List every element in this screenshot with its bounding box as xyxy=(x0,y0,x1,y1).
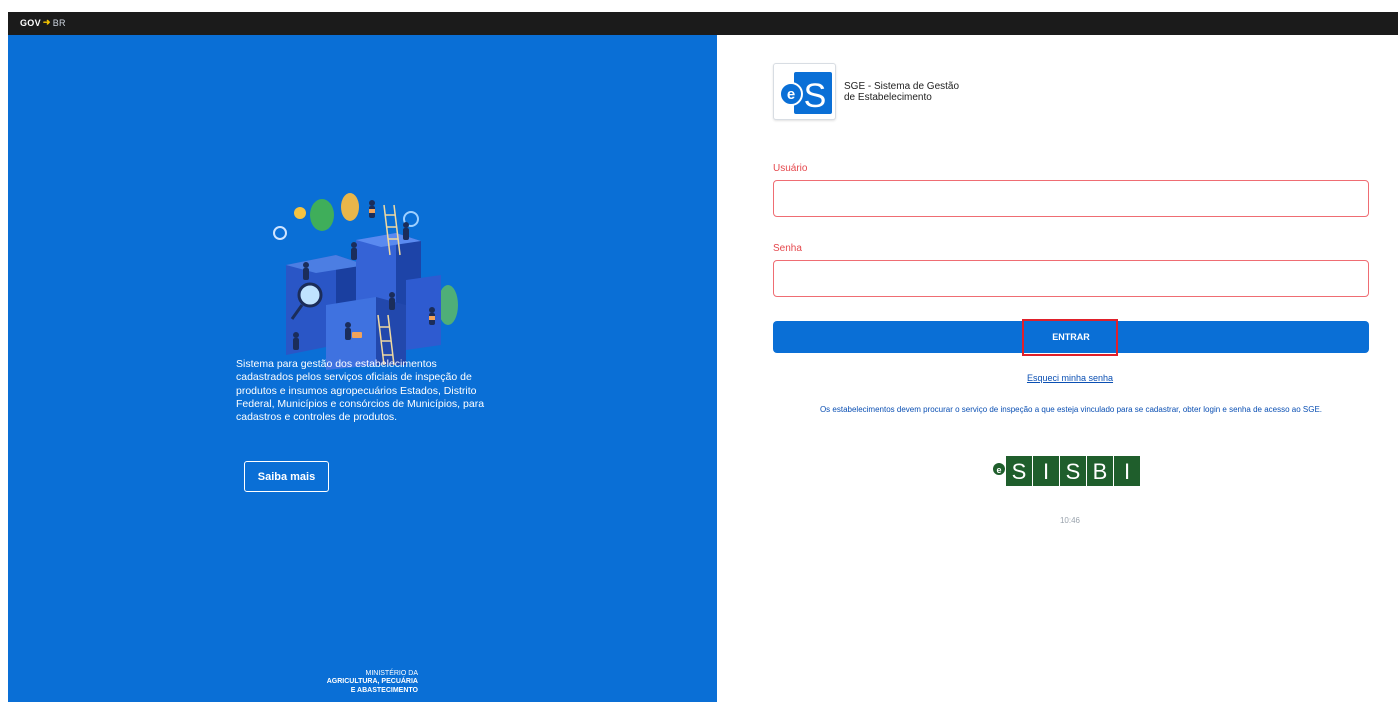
app-brand: e S SGE - Sistema de Gestão de Estabelec… xyxy=(773,63,959,120)
forgot-password-link[interactable]: Esqueci minha senha xyxy=(1000,373,1140,383)
system-description: Sistema para gestão dos estabelecimentos… xyxy=(236,358,485,424)
block-shape xyxy=(406,275,441,350)
senha-input[interactable] xyxy=(773,260,1369,297)
gov-logo-text: GOV xyxy=(20,17,41,28)
team-illustration xyxy=(273,193,458,370)
entrar-button[interactable]: ENTRAR xyxy=(773,321,1369,353)
sisbi-letter: S xyxy=(1012,459,1027,484)
ministry-line: AGRICULTURA, PECUÁRIA xyxy=(326,678,418,686)
ministry-line: E ABASTECIMENTO xyxy=(350,686,418,694)
app-title: SGE - Sistema de Gestão de Estabelecimen… xyxy=(844,81,959,103)
sisbi-letter: I xyxy=(1124,459,1130,484)
svg-text:S: S xyxy=(804,77,827,115)
sisbi-letter: S xyxy=(1066,459,1081,484)
gov-topbar: GOV ➜ BR xyxy=(8,12,1398,35)
ministry-logo: MINISTÉRIO DA AGRICULTURA, PECUÁRIA E AB… xyxy=(288,670,418,695)
info-panel: Sistema para gestão dos estabelecimentos… xyxy=(8,35,717,702)
usuario-label: Usuário xyxy=(773,163,808,174)
leaf-shape xyxy=(310,199,334,231)
senha-label: Senha xyxy=(773,243,802,254)
svg-text:e: e xyxy=(787,86,795,103)
lightbulb-icon xyxy=(294,207,306,219)
sge-logo: e S xyxy=(773,63,836,120)
sisbi-logo: e SISBI xyxy=(993,456,1143,486)
sisbi-letter: B xyxy=(1093,459,1108,484)
leaf-shape xyxy=(341,193,359,221)
app-title-line: de Estabelecimento xyxy=(844,91,932,103)
gov-logo-suffix: BR xyxy=(52,17,66,28)
usuario-input[interactable] xyxy=(773,180,1369,217)
magnifier-icon xyxy=(297,282,323,308)
sisbi-logo-icon: e SISBI xyxy=(993,456,1140,486)
es-logo-icon: e S xyxy=(779,72,832,115)
login-page: GOV ➜ BR Sistema para gestão dos estabel… xyxy=(0,0,1398,702)
registration-info: Os estabelecimentos devem procurar o ser… xyxy=(819,405,1323,414)
gear-icon xyxy=(273,226,287,240)
clock-text: 10:46 xyxy=(1059,516,1081,525)
sisbi-letter: I xyxy=(1043,459,1049,484)
app-title-line: SGE - Sistema de Gestão xyxy=(844,80,960,92)
svg-text:e: e xyxy=(996,465,1001,475)
saiba-mais-button[interactable]: Saiba mais xyxy=(244,461,329,492)
gov-arrow-icon: ➜ xyxy=(42,17,51,27)
gov-br-logo[interactable]: GOV ➜ BR xyxy=(20,17,66,28)
